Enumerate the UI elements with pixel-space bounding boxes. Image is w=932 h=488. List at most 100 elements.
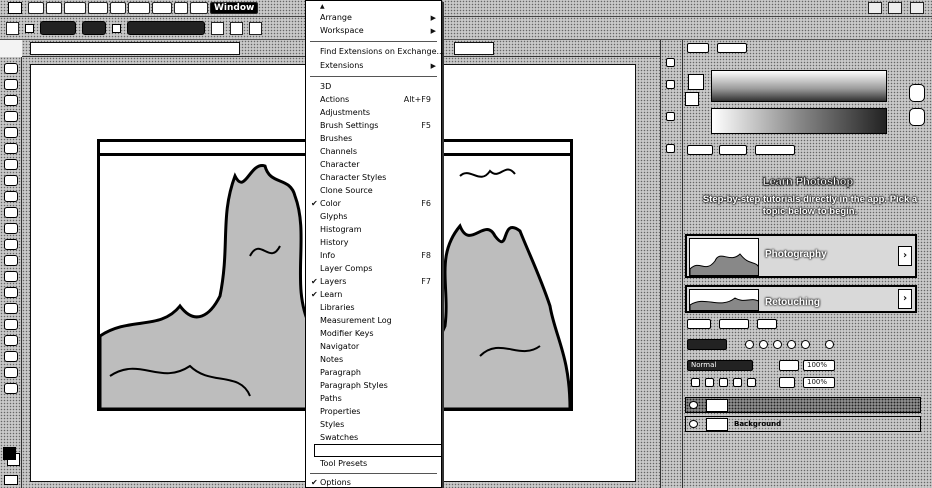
menu-item-layers[interactable]: Layers — [320, 277, 346, 287]
tab-color[interactable] — [687, 43, 709, 53]
tab-swatches[interactable] — [717, 43, 747, 53]
quick-select-tool-icon[interactable] — [4, 111, 18, 122]
lock-all-icon[interactable] — [747, 378, 756, 387]
properties-panel-icon[interactable] — [666, 80, 675, 89]
document-tab[interactable] — [30, 42, 240, 55]
menu-item-modifier-keys[interactable]: Modifier Keys — [320, 329, 374, 339]
crop-tool-icon[interactable] — [4, 127, 18, 138]
menu-3d[interactable] — [174, 2, 188, 14]
layer-row-background[interactable]: Background — [685, 416, 921, 432]
menu-item-channels[interactable]: Channels — [320, 147, 357, 157]
menu-layer[interactable] — [88, 2, 108, 14]
tab-adjustments[interactable] — [755, 145, 795, 155]
tutorial-card-photography[interactable]: Photography › — [685, 234, 917, 278]
menu-item-workspace[interactable]: Workspace — [320, 26, 364, 36]
layer-name[interactable]: Background — [734, 419, 781, 429]
menu-item-paths[interactable]: Paths — [320, 394, 342, 404]
menu-item-styles[interactable]: Styles — [320, 420, 344, 430]
healing-tool-icon[interactable] — [4, 159, 18, 170]
color-spectrum[interactable] — [711, 70, 887, 102]
tutorial-arrow-icon[interactable]: › — [898, 246, 912, 266]
menu-item-swatches[interactable]: Swatches — [320, 433, 358, 443]
menu-item-arrange[interactable]: Arrange — [320, 13, 352, 23]
maximize-button[interactable] — [888, 2, 902, 14]
move-tool-icon[interactable] — [6, 21, 19, 35]
menu-item-paragraph-styles[interactable]: Paragraph Styles — [320, 381, 388, 391]
menu-item-measurement-log[interactable]: Measurement Log — [320, 316, 392, 326]
menu-item-tool-presets[interactable]: Tool Presets — [320, 459, 367, 469]
auto-select-toggle[interactable] — [40, 21, 76, 35]
filter-pixel-icon[interactable] — [745, 340, 754, 349]
menu-item-libraries[interactable]: Libraries — [320, 303, 355, 313]
minimize-button[interactable] — [868, 2, 882, 14]
tab-paths[interactable] — [757, 319, 777, 329]
brush-panel-icon[interactable] — [666, 112, 675, 121]
menu-file[interactable] — [28, 2, 44, 14]
tab-layers[interactable] — [687, 319, 711, 329]
quick-mask-icon[interactable] — [4, 475, 18, 485]
lock-transparent-icon[interactable] — [691, 378, 700, 387]
color-swatch-foreground[interactable] — [688, 74, 704, 90]
opacity-input[interactable]: 100% — [803, 360, 835, 371]
filter-toggle-icon[interactable] — [825, 340, 834, 349]
menu-item-notes[interactable]: Notes — [320, 355, 343, 365]
filter-adjustment-icon[interactable] — [759, 340, 768, 349]
menu-item-color[interactable]: Color — [320, 199, 341, 209]
tab-learn[interactable] — [687, 145, 713, 155]
hand-tool-icon[interactable] — [4, 351, 18, 362]
menu-edit[interactable] — [46, 2, 62, 14]
menu-item-paragraph[interactable]: Paragraph — [320, 368, 361, 378]
close-button[interactable] — [910, 2, 924, 14]
clone-stamp-tool-icon[interactable] — [4, 191, 18, 202]
menu-select[interactable] — [128, 2, 150, 14]
shape-tool-icon[interactable] — [4, 335, 18, 346]
menu-item-character-styles[interactable]: Character Styles — [320, 173, 386, 183]
layer-kind-filter[interactable] — [687, 339, 727, 350]
zoom-tool-icon[interactable] — [4, 367, 18, 378]
menu-item-find-extensions[interactable]: Find Extensions on Exchange... — [320, 47, 444, 57]
menu-type[interactable] — [110, 2, 126, 14]
auto-select-checkbox[interactable] — [25, 23, 34, 33]
gradient-tool-icon[interactable] — [4, 239, 18, 250]
color-ramp[interactable] — [711, 108, 887, 134]
menu-item-extensions[interactable]: Extensions — [320, 61, 363, 71]
menu-item-adjustments[interactable]: Adjustments — [320, 108, 370, 118]
fill-input[interactable]: 100% — [803, 377, 835, 388]
align-center-icon[interactable] — [230, 21, 243, 35]
menu-item-layer-comps[interactable]: Layer Comps — [320, 264, 372, 274]
menu-item-histogram[interactable]: Histogram — [320, 225, 362, 235]
menu-item-brushes[interactable]: Brushes — [320, 134, 352, 144]
blend-mode-dropdown[interactable]: Normal — [687, 360, 753, 371]
more-tools-icon[interactable] — [4, 383, 18, 394]
menu-item-glyphs[interactable]: Glyphs — [320, 212, 347, 222]
brush-tool-icon[interactable] — [4, 175, 18, 186]
tab-libraries[interactable] — [719, 145, 747, 155]
visibility-eye-icon[interactable] — [689, 420, 698, 428]
color-picker-knob-2[interactable] — [909, 108, 925, 126]
character-panel-icon[interactable] — [666, 144, 675, 153]
tutorial-card-retouching[interactable]: Retouching › — [685, 285, 917, 313]
menu-item-info[interactable]: Info — [320, 251, 335, 261]
menu-item-options[interactable]: Options — [320, 478, 351, 488]
eraser-tool-icon[interactable] — [4, 223, 18, 234]
layer-row-selected[interactable] — [685, 397, 921, 413]
move-tool-icon[interactable] — [4, 63, 18, 74]
filter-shape-icon[interactable] — [787, 340, 796, 349]
menu-item-clone-source[interactable]: Clone Source — [320, 186, 373, 196]
menu-item-character[interactable]: Character — [320, 160, 360, 170]
menu-item-3d[interactable]: 3D — [320, 82, 331, 92]
dodge-tool-icon[interactable] — [4, 271, 18, 282]
menu-item-highlighted[interactable] — [314, 444, 442, 457]
menu-item-learn[interactable]: Learn — [320, 290, 342, 300]
foreground-color-swatch[interactable] — [3, 447, 16, 460]
lock-image-icon[interactable] — [705, 378, 714, 387]
scroll-up-arrow-icon[interactable]: ▲ — [320, 3, 325, 10]
menu-item-brush-settings[interactable]: Brush Settings — [320, 121, 378, 131]
transform-controls-checkbox[interactable] — [112, 23, 121, 33]
lock-artboard-icon[interactable] — [733, 378, 742, 387]
menu-item-navigator[interactable]: Navigator — [320, 342, 359, 352]
menu-window[interactable]: Window — [210, 2, 259, 14]
menu-filter[interactable] — [152, 2, 172, 14]
align-left-icon[interactable] — [211, 21, 224, 35]
layer-dropdown[interactable] — [82, 21, 106, 35]
